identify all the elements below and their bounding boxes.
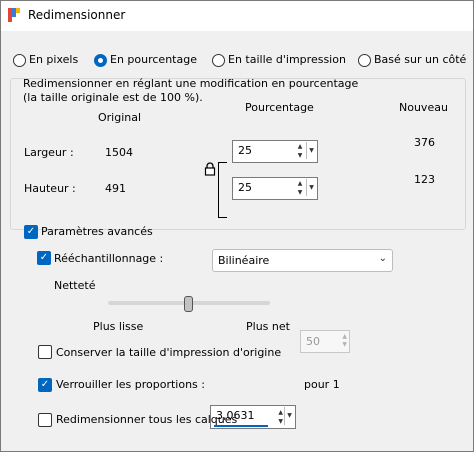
spin-arrows-icon[interactable]: ▲ ▼ (278, 408, 283, 426)
col-original-header: Original (98, 111, 142, 124)
radio-one-side-label[interactable]: Basé sur un côté (374, 53, 466, 66)
group-heading: Redimensionner en réglant une modificati… (23, 77, 359, 90)
sharpness-value-spinner: 50 ▲ ▼ (300, 330, 350, 353)
height-original: 491 (105, 182, 126, 195)
link-bracket (218, 162, 227, 218)
col-new-header: Nouveau (399, 101, 448, 114)
col-percent-header: Pourcentage (245, 101, 314, 114)
sharpness-slider-thumb[interactable] (184, 296, 193, 312)
width-original: 1504 (105, 146, 133, 159)
height-new: 123 (414, 173, 435, 186)
radio-pixels-label[interactable]: En pixels (29, 53, 78, 66)
radio-percent-label[interactable]: En pourcentage (110, 53, 197, 66)
spin-arrows-icon: ▲ ▼ (342, 333, 347, 348)
dialog-body: En pixels En pourcentage En taille d'imp… (1, 31, 473, 451)
dropdown-arrow-icon[interactable]: ▼ (284, 407, 294, 425)
radio-percent[interactable] (94, 54, 107, 67)
dropdown-arrow-icon[interactable]: ▼ (306, 142, 316, 159)
radio-one-side[interactable] (358, 54, 371, 67)
resize-all-layers-label[interactable]: Redimensionner tous les calques (56, 413, 237, 426)
advanced-checkbox[interactable]: ✓ (24, 225, 38, 239)
radio-pixels[interactable] (13, 54, 26, 67)
width-new: 376 (414, 136, 435, 149)
advanced-label[interactable]: Paramètres avancés (41, 225, 153, 238)
sharpness-label: Netteté (54, 279, 96, 292)
height-percent-value[interactable]: 25 (238, 181, 252, 194)
group-subheading: (la taille originale est de 100 %). (23, 91, 203, 104)
dropdown-arrow-icon[interactable]: ▼ (306, 179, 316, 196)
lock-ratio-checkbox[interactable]: ✓ (38, 378, 52, 392)
spin-arrows-icon[interactable]: ▲ ▼ (295, 142, 305, 160)
keep-print-size-label[interactable]: Conserver la taille d'impression d'origi… (56, 346, 281, 359)
sharpness-min-label: Plus lisse (93, 320, 144, 333)
sharpness-value: 50 (306, 335, 320, 348)
lock-icon[interactable] (204, 162, 216, 176)
width-label: Largeur : (24, 146, 74, 159)
radio-print-size[interactable] (212, 54, 225, 67)
resize-all-layers-checkbox[interactable] (38, 413, 52, 427)
resize-dialog: Redimensionner En pixels En pourcentage … (0, 0, 474, 452)
resample-label[interactable]: Rééchantillonnage : (54, 252, 163, 265)
resample-method-dropdown[interactable]: Bilinéaire ⌄ (212, 249, 393, 272)
lock-ratio-label[interactable]: Verrouiller les proportions : (56, 378, 205, 391)
resample-checkbox[interactable]: ✓ (37, 251, 51, 265)
height-label: Hauteur : (24, 182, 76, 195)
width-percent-value[interactable]: 25 (238, 144, 252, 157)
paintshop-app-icon (8, 8, 20, 22)
ratio-suffix: pour 1 (304, 378, 340, 391)
width-percent-spinner[interactable]: 25 ▲ ▼ ▼ (232, 140, 318, 163)
title-bar: Redimensionner (1, 1, 473, 31)
height-percent-spinner[interactable]: 25 ▲ ▼ ▼ (232, 177, 318, 200)
sharpness-max-label: Plus net (246, 320, 290, 333)
resample-method-value[interactable]: Bilinéaire (218, 254, 269, 267)
keep-print-size-checkbox[interactable] (38, 345, 52, 359)
chevron-down-icon[interactable]: ⌄ (379, 253, 387, 264)
window-title: Redimensionner (28, 8, 126, 22)
radio-print-size-label[interactable]: En taille d'impression (228, 53, 346, 66)
spin-arrows-icon[interactable]: ▲ ▼ (295, 179, 305, 197)
